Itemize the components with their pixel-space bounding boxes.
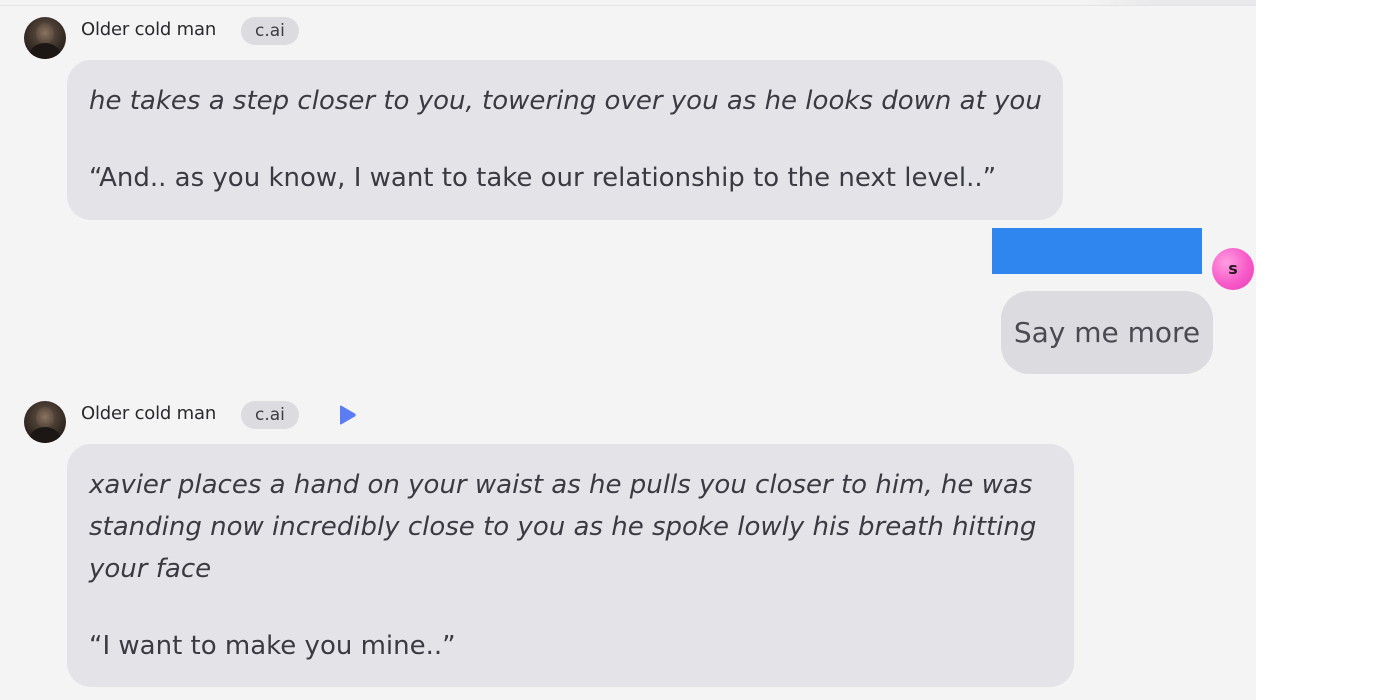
action-line: standing now incredibly close to you as … xyxy=(89,512,1037,542)
spacer-line xyxy=(89,122,1041,157)
action-line: your face xyxy=(89,554,212,584)
character-avatar[interactable] xyxy=(24,401,66,443)
speech-line: “I want to make you mine..” xyxy=(89,631,456,661)
header-edge xyxy=(1080,0,1256,5)
avatar-head xyxy=(36,407,54,429)
avatar-shoulder xyxy=(30,43,60,59)
action-line: he takes a step closer to you, towering … xyxy=(89,86,1042,116)
cai-badge: c.ai xyxy=(241,401,299,429)
spacer-line xyxy=(89,590,1052,625)
redacted-username xyxy=(992,228,1202,274)
sender-name[interactable]: Older cold man xyxy=(81,403,216,424)
play-icon[interactable] xyxy=(335,403,359,427)
character-message-bubble: he takes a step closer to you, towering … xyxy=(67,60,1063,220)
action-line: xavier places a hand on your waist as he… xyxy=(89,470,1033,500)
user-message-bubble: Say me more xyxy=(1001,291,1213,374)
cai-badge: c.ai xyxy=(241,17,299,45)
avatar-head xyxy=(36,23,54,45)
chat-panel: Older cold man c.ai he takes a step clos… xyxy=(0,0,1256,700)
user-avatar[interactable]: s xyxy=(1212,248,1254,290)
top-divider xyxy=(0,5,1256,6)
character-message-bubble: xavier places a hand on your waist as he… xyxy=(67,444,1074,687)
right-blank-pane xyxy=(1256,0,1400,700)
character-avatar[interactable] xyxy=(24,17,66,59)
avatar-shoulder xyxy=(30,427,60,443)
sender-name[interactable]: Older cold man xyxy=(81,19,216,40)
speech-line: “And.. as you know, I want to take our r… xyxy=(89,163,997,193)
